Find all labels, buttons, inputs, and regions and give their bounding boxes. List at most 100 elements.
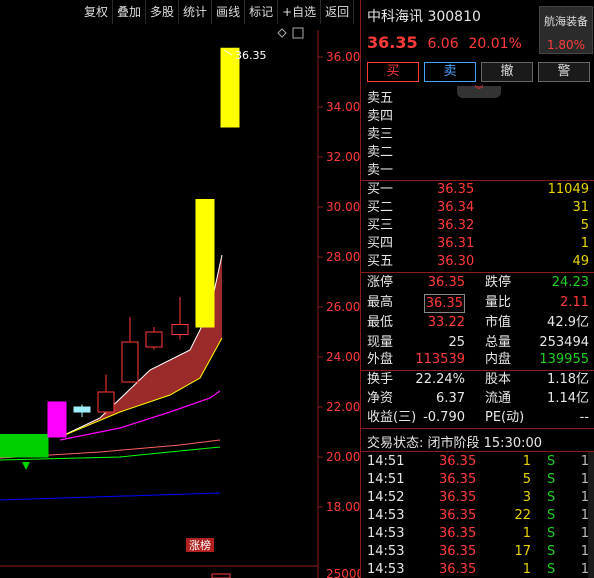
tick-row: 14:52 36.35 3 S 1 — [367, 489, 589, 507]
ask-level-1: 卖一 — [367, 163, 394, 178]
stat-row: 外盘 113539 内盘 139955 — [367, 350, 589, 370]
tick-time: 14:53 — [367, 562, 405, 577]
stat-label: 内盘 — [485, 352, 512, 367]
candle-body — [121, 341, 139, 383]
bid-volume: 49 — [572, 254, 589, 269]
kline-chart[interactable]: 36.00 34.00 32.00 30.00 28.00 26.00 24.00 22.00… — [0, 0, 360, 578]
volume-tick-label: 25000 — [326, 567, 360, 578]
y-tick-label: 22.00 — [326, 400, 360, 414]
bid-price: 36.35 — [437, 182, 475, 197]
stat-label: PE(动) — [485, 410, 525, 425]
high-value: 36.35 — [423, 294, 465, 313]
tick-price: 36.35 — [439, 490, 477, 505]
stat-label: 换手 — [367, 372, 394, 387]
candle-body — [145, 331, 163, 348]
tick-vol: 1 — [522, 526, 531, 541]
price-change-pct: 20.01% — [468, 36, 522, 52]
tick-time: 14:51 — [367, 454, 405, 469]
toolbar-mark-button[interactable]: 标记 — [245, 0, 279, 24]
y-tick-label: 20.00 — [326, 450, 360, 464]
bid-price: 36.32 — [437, 218, 475, 233]
candle-body — [171, 324, 189, 335]
tick-side: S — [547, 454, 556, 469]
bid-level-2: 买二 36.34 31 — [367, 199, 589, 217]
tick-time: 14:52 — [367, 490, 405, 505]
tag-label: 涨榜 — [189, 538, 211, 552]
inner-volume-value: 139955 — [539, 352, 589, 367]
tick-vol: 22 — [514, 508, 531, 523]
y-tick-label: 32.00 — [326, 150, 360, 164]
bid-volume: 5 — [580, 218, 589, 233]
net-assets-value: 6.37 — [436, 391, 465, 406]
sell-button[interactable]: 卖 — [424, 62, 476, 82]
high-price-label: 36.35 — [235, 49, 267, 62]
tick-row: 14:53 36.35 22 S 1 — [367, 507, 589, 525]
sector-badge[interactable]: 航海装备 1.80% — [539, 6, 593, 54]
bid-level-5: 买五 36.30 49 — [367, 253, 589, 271]
bid-price: 36.34 — [437, 200, 475, 215]
limit-down-value: 24.23 — [551, 275, 589, 290]
tick-price: 36.35 — [439, 472, 477, 487]
toolbar-fuquan-button[interactable]: 复权 — [80, 0, 114, 24]
toolbar-overlay-button[interactable]: 叠加 — [113, 0, 147, 24]
candle-body — [97, 391, 115, 413]
diamond-icon — [277, 28, 287, 38]
y-tick-label: 26.00 — [326, 300, 360, 314]
last-price: 36.35 — [367, 33, 418, 52]
y-tick-label: 18.00 — [326, 500, 360, 514]
bid-label: 买四 — [367, 236, 394, 251]
y-tick-label: 34.00 — [326, 100, 360, 114]
bid-price: 36.30 — [437, 254, 475, 269]
stat-label: 净资 — [367, 391, 394, 406]
price-summary: 36.35 6.06 20.01% — [367, 33, 522, 52]
down-arrow-icon — [22, 462, 30, 470]
tick-vol: 3 — [522, 490, 531, 505]
bid-label: 买一 — [367, 182, 394, 197]
stat-row: 最低 33.22 市值 42.9亿 — [367, 313, 589, 333]
pe-value: -- — [579, 410, 589, 425]
alert-button[interactable]: 警 — [538, 62, 590, 82]
stat-label: 量比 — [485, 295, 512, 310]
buy-button[interactable]: 买 — [367, 62, 419, 82]
tick-side: S — [547, 472, 556, 487]
stat-row: 涨停 36.35 跌停 24.23 — [367, 273, 589, 293]
cancel-order-button[interactable]: 撤 — [481, 62, 533, 82]
chart-toolbar: 复权 叠加 多股 统计 画线 标记 +自选 返回 — [80, 0, 355, 24]
tick-row: 14:51 36.35 5 S 1 — [367, 471, 589, 489]
bid-label: 买三 — [367, 218, 394, 233]
toolbar-multi-stock-button[interactable]: 多股 — [146, 0, 180, 24]
tick-vol: 1 — [522, 562, 531, 577]
panel-toggle-icon — [292, 27, 304, 39]
tick-scrollbar[interactable] — [588, 452, 594, 578]
tick-row: 14:53 36.35 1 S 1 — [367, 561, 589, 578]
stat-label: 跌停 — [485, 275, 512, 290]
tick-vol: 1 — [522, 454, 531, 469]
eps-value: -0.790 — [423, 410, 465, 425]
toolbar-draw-line-button[interactable]: 画线 — [212, 0, 246, 24]
volume-bar — [211, 573, 231, 578]
toolbar-stats-button[interactable]: 统计 — [179, 0, 213, 24]
tick-row: 14:53 36.35 1 S 1 — [367, 525, 589, 543]
tick-row: 14:53 36.35 17 S 1 — [367, 543, 589, 561]
sector-pct: 1.80% — [546, 38, 586, 52]
low-value: 33.22 — [427, 315, 465, 330]
stat-label: 涨停 — [367, 275, 394, 290]
stat-label: 流通 — [485, 391, 512, 406]
tick-row: 14:51 36.35 1 S 1 — [367, 453, 589, 471]
candle-body — [0, 434, 21, 458]
collapse-chevron-icon[interactable]: ︾ — [457, 86, 501, 98]
kline-chart-panel[interactable]: 36.00 34.00 32.00 30.00 28.00 26.00 24.00 22.00… — [0, 0, 360, 578]
toolbar-add-watchlist-button[interactable]: +自选 — [278, 0, 322, 24]
ask-level-3: 卖三 — [367, 127, 394, 142]
toolbar-back-button[interactable]: 返回 — [321, 0, 355, 24]
y-tick-label: 28.00 — [326, 250, 360, 264]
tick-time: 14:53 — [367, 508, 405, 523]
ma120-line — [0, 492, 221, 501]
ask-level-2: 卖二 — [367, 145, 394, 160]
tick-time: 14:53 — [367, 526, 405, 541]
bid-volume: 31 — [572, 200, 589, 215]
stat-label: 市值 — [485, 315, 512, 330]
candle-body — [47, 401, 67, 438]
tick-side: S — [547, 544, 556, 559]
tick-price: 36.35 — [439, 544, 477, 559]
